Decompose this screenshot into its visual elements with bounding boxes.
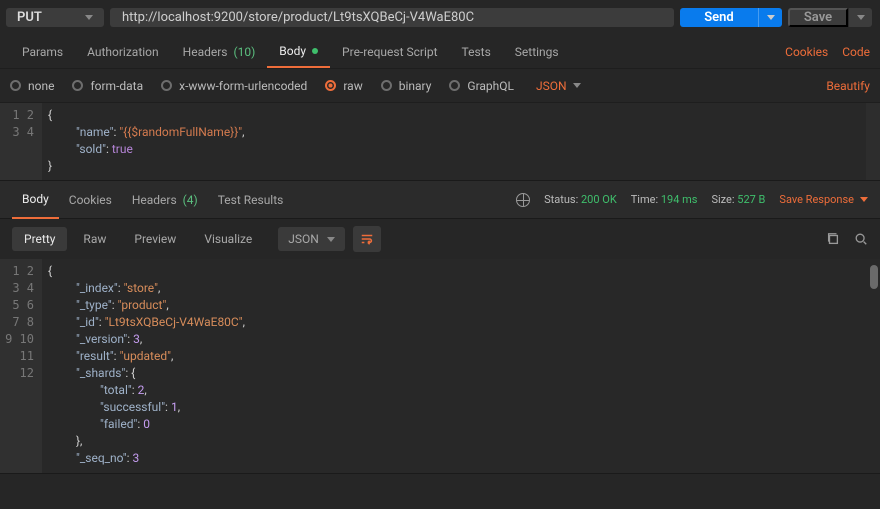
response-toolbar: Pretty Raw Preview Visualize JSON <box>0 219 880 259</box>
view-visualize[interactable]: Visualize <box>192 227 264 251</box>
resp-headers-count: (4) <box>183 193 198 207</box>
wrap-lines-button[interactable] <box>353 226 381 252</box>
chevron-down-icon <box>327 237 335 242</box>
scrollbar-thumb[interactable] <box>870 265 878 289</box>
headers-count: (10) <box>234 45 256 59</box>
body-language-select[interactable]: JSON <box>536 79 581 93</box>
request-body-editor[interactable]: 1 2 3 4 { "name": "{{$randomFullName}}",… <box>0 103 880 181</box>
line-gutter: 1 2 3 4 <box>0 103 42 180</box>
response-body-editor[interactable]: 1 2 3 4 5 6 7 8 9 10 11 12 { "_index": "… <box>0 259 880 474</box>
radio-graphql[interactable]: GraphQL <box>449 79 514 93</box>
radio-raw[interactable]: raw <box>325 79 362 93</box>
response-language-select[interactable]: JSON <box>278 227 345 251</box>
body-modified-indicator <box>312 48 318 54</box>
resp-tab-testresults[interactable]: Test Results <box>208 181 294 219</box>
send-dropdown[interactable] <box>758 8 782 27</box>
url-input[interactable] <box>110 8 674 27</box>
send-button[interactable]: Send <box>680 8 758 27</box>
view-raw[interactable]: Raw <box>71 227 118 251</box>
resp-tab-headers[interactable]: Headers (4) <box>122 181 208 219</box>
size-block: Size: 527 B <box>711 193 765 206</box>
line-gutter: 1 2 3 4 5 6 7 8 9 10 11 12 <box>0 259 42 473</box>
tab-prerequest[interactable]: Pre-request Script <box>330 35 449 68</box>
code-link[interactable]: Code <box>842 45 870 59</box>
save-button[interactable]: Save <box>788 8 848 27</box>
save-dropdown[interactable] <box>848 8 872 27</box>
code-area[interactable]: { "name": "{{$randomFullName}}", "sold":… <box>42 103 866 180</box>
radio-none[interactable]: none <box>10 79 54 93</box>
time-block: Time: 194 ms <box>631 193 698 206</box>
chevron-down-icon <box>767 15 775 20</box>
tab-settings[interactable]: Settings <box>503 35 571 68</box>
response-tabs-bar: Body Cookies Headers (4) Test Results St… <box>0 181 880 219</box>
cookies-link[interactable]: Cookies <box>785 45 828 59</box>
status-block: Status: 200 OK <box>544 193 617 206</box>
chevron-down-icon <box>860 197 868 202</box>
radio-formdata[interactable]: form-data <box>72 79 143 93</box>
tab-body[interactable]: Body <box>267 35 330 68</box>
tab-tests[interactable]: Tests <box>450 35 503 68</box>
beautify-link[interactable]: Beautify <box>826 79 870 93</box>
method-select[interactable]: PUT <box>6 8 104 27</box>
search-icon[interactable] <box>854 232 868 246</box>
tab-authorization[interactable]: Authorization <box>75 35 171 68</box>
chevron-down-icon <box>857 15 865 20</box>
save-response-dropdown[interactable]: Save Response <box>779 193 868 206</box>
body-type-row: none form-data x-www-form-urlencoded raw… <box>0 69 880 103</box>
chevron-down-icon <box>573 83 581 88</box>
request-bar: PUT Send Save <box>0 0 880 35</box>
resp-tab-cookies[interactable]: Cookies <box>59 181 122 219</box>
chevron-down-icon <box>85 15 93 20</box>
tab-headers-label: Headers <box>183 45 228 59</box>
resp-tab-body[interactable]: Body <box>12 181 59 219</box>
code-area[interactable]: { "_index": "store", "_type": "product",… <box>42 259 880 473</box>
copy-icon[interactable] <box>826 232 840 246</box>
radio-urlencoded[interactable]: x-www-form-urlencoded <box>161 79 307 93</box>
view-preview[interactable]: Preview <box>122 227 188 251</box>
request-tabs: Params Authorization Headers (10) Body P… <box>0 35 880 69</box>
tab-params[interactable]: Params <box>10 35 75 68</box>
tab-body-label: Body <box>279 44 306 58</box>
radio-binary[interactable]: binary <box>381 79 432 93</box>
method-label: PUT <box>17 10 42 25</box>
view-pretty[interactable]: Pretty <box>12 227 67 251</box>
minimap-scrollbar[interactable] <box>866 103 880 180</box>
tab-headers[interactable]: Headers (10) <box>171 35 268 68</box>
globe-icon[interactable] <box>516 193 530 207</box>
